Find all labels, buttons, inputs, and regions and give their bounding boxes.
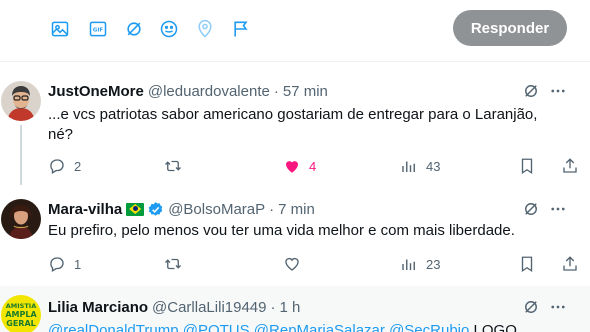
user-handle[interactable]: @CarllaLili19449 — [152, 299, 266, 316]
reply-icon — [50, 257, 64, 272]
avatar[interactable] — [1, 81, 41, 121]
more-options-icon[interactable] — [549, 81, 567, 101]
reply-count: 1 — [74, 256, 82, 272]
grok-icon[interactable] — [123, 18, 145, 40]
bookmark-icon[interactable] — [518, 156, 536, 176]
timestamp[interactable]: 1 h — [280, 299, 301, 316]
tweet-text-tail: LOGO — [469, 322, 517, 332]
schedule-flag-icon[interactable] — [230, 18, 252, 40]
grok-icon[interactable] — [522, 199, 540, 219]
tweet-text: @realDonaldTrump @POTUS @RepMariaSalazar… — [48, 321, 588, 332]
tweet-header: Lilia Marciano @CarllaLili19449 · 1 h — [48, 297, 300, 317]
timestamp[interactable]: 57 min — [283, 83, 328, 100]
tweet-header: JustOneMore @leduardovalente · 57 min — [48, 81, 328, 101]
reply-count: 2 — [74, 158, 82, 174]
tweet-actions: 2 4 43 — [48, 156, 590, 176]
user-handle[interactable]: @leduardovalente — [148, 83, 270, 100]
share-icon[interactable] — [561, 156, 579, 176]
separator-dot: · — [269, 200, 275, 218]
brazil-flag-icon — [126, 202, 145, 216]
tweet-header: Mara-vilha @BolsoMaraP · 7 min — [48, 199, 315, 219]
avatar-text: GERAL — [6, 318, 36, 328]
verified-badge-icon — [148, 201, 163, 216]
retweet-icon — [165, 258, 181, 270]
display-name[interactable]: Lilia Marciano — [48, 299, 148, 316]
separator-dot: · — [273, 82, 279, 100]
display-name[interactable]: Mara-vilha — [48, 201, 122, 218]
tweet-text-line: né? — [48, 126, 74, 143]
user-handle[interactable]: @BolsoMaraP — [168, 201, 265, 218]
views-icon — [402, 161, 415, 172]
tweet-actions: 1 23 — [48, 254, 590, 274]
thread-line — [20, 125, 22, 185]
retweet-action[interactable] — [164, 254, 190, 274]
avatar-text: AMPLA — [5, 309, 37, 319]
reply-icon — [50, 159, 64, 174]
like-action[interactable]: 4 — [283, 156, 316, 176]
gif-icon[interactable]: GIF — [87, 18, 109, 40]
location-icon[interactable] — [194, 18, 216, 40]
tweet-text: ...e vcs patriotas sabor americano gosta… — [48, 105, 548, 145]
grok-icon[interactable] — [522, 297, 540, 317]
avatar[interactable]: AMISTIA AMPLA GERAL — [1, 295, 41, 332]
image-icon[interactable] — [49, 18, 71, 40]
retweet-icon — [165, 160, 181, 172]
views-icon — [402, 259, 415, 270]
retweet-action[interactable] — [164, 156, 190, 176]
emoji-icon[interactable] — [158, 18, 180, 40]
more-options-icon[interactable] — [549, 199, 567, 219]
separator-dot: · — [270, 298, 276, 316]
heart-icon — [285, 257, 299, 271]
avatar-text: AMISTIA — [5, 301, 37, 310]
share-icon[interactable] — [561, 254, 579, 274]
more-options-icon[interactable] — [549, 297, 567, 317]
reply-action[interactable]: 1 — [48, 254, 81, 274]
tweet-text: Eu prefiro, pelo menos vou ter uma vida … — [48, 222, 515, 239]
views-action[interactable]: 23 — [400, 254, 440, 274]
mentions[interactable]: @realDonaldTrump @POTUS @RepMariaSalazar… — [48, 322, 469, 332]
views-count: 23 — [426, 256, 441, 272]
tweet-lilia-marciano[interactable]: AMISTIA AMPLA GERAL Lilia Marciano @Carl… — [0, 286, 590, 332]
heart-filled-icon — [286, 161, 298, 173]
grok-icon[interactable] — [522, 81, 540, 101]
reply-action[interactable]: 2 — [48, 156, 81, 176]
reply-button[interactable]: Responder — [453, 10, 567, 46]
views-action[interactable]: 43 — [400, 156, 440, 176]
tweet-text-line: ...e vcs patriotas sabor americano gosta… — [48, 106, 538, 123]
like-count: 4 — [309, 158, 317, 174]
bookmark-icon[interactable] — [518, 254, 536, 274]
display-name[interactable]: JustOneMore — [48, 83, 144, 100]
avatar[interactable] — [1, 199, 41, 239]
views-count: 43 — [426, 158, 441, 174]
like-action[interactable] — [283, 254, 309, 274]
timestamp[interactable]: 7 min — [278, 201, 315, 218]
reply-compose-toolbar: GIF Responder — [0, 0, 590, 62]
svg-text:GIF: GIF — [93, 28, 103, 34]
